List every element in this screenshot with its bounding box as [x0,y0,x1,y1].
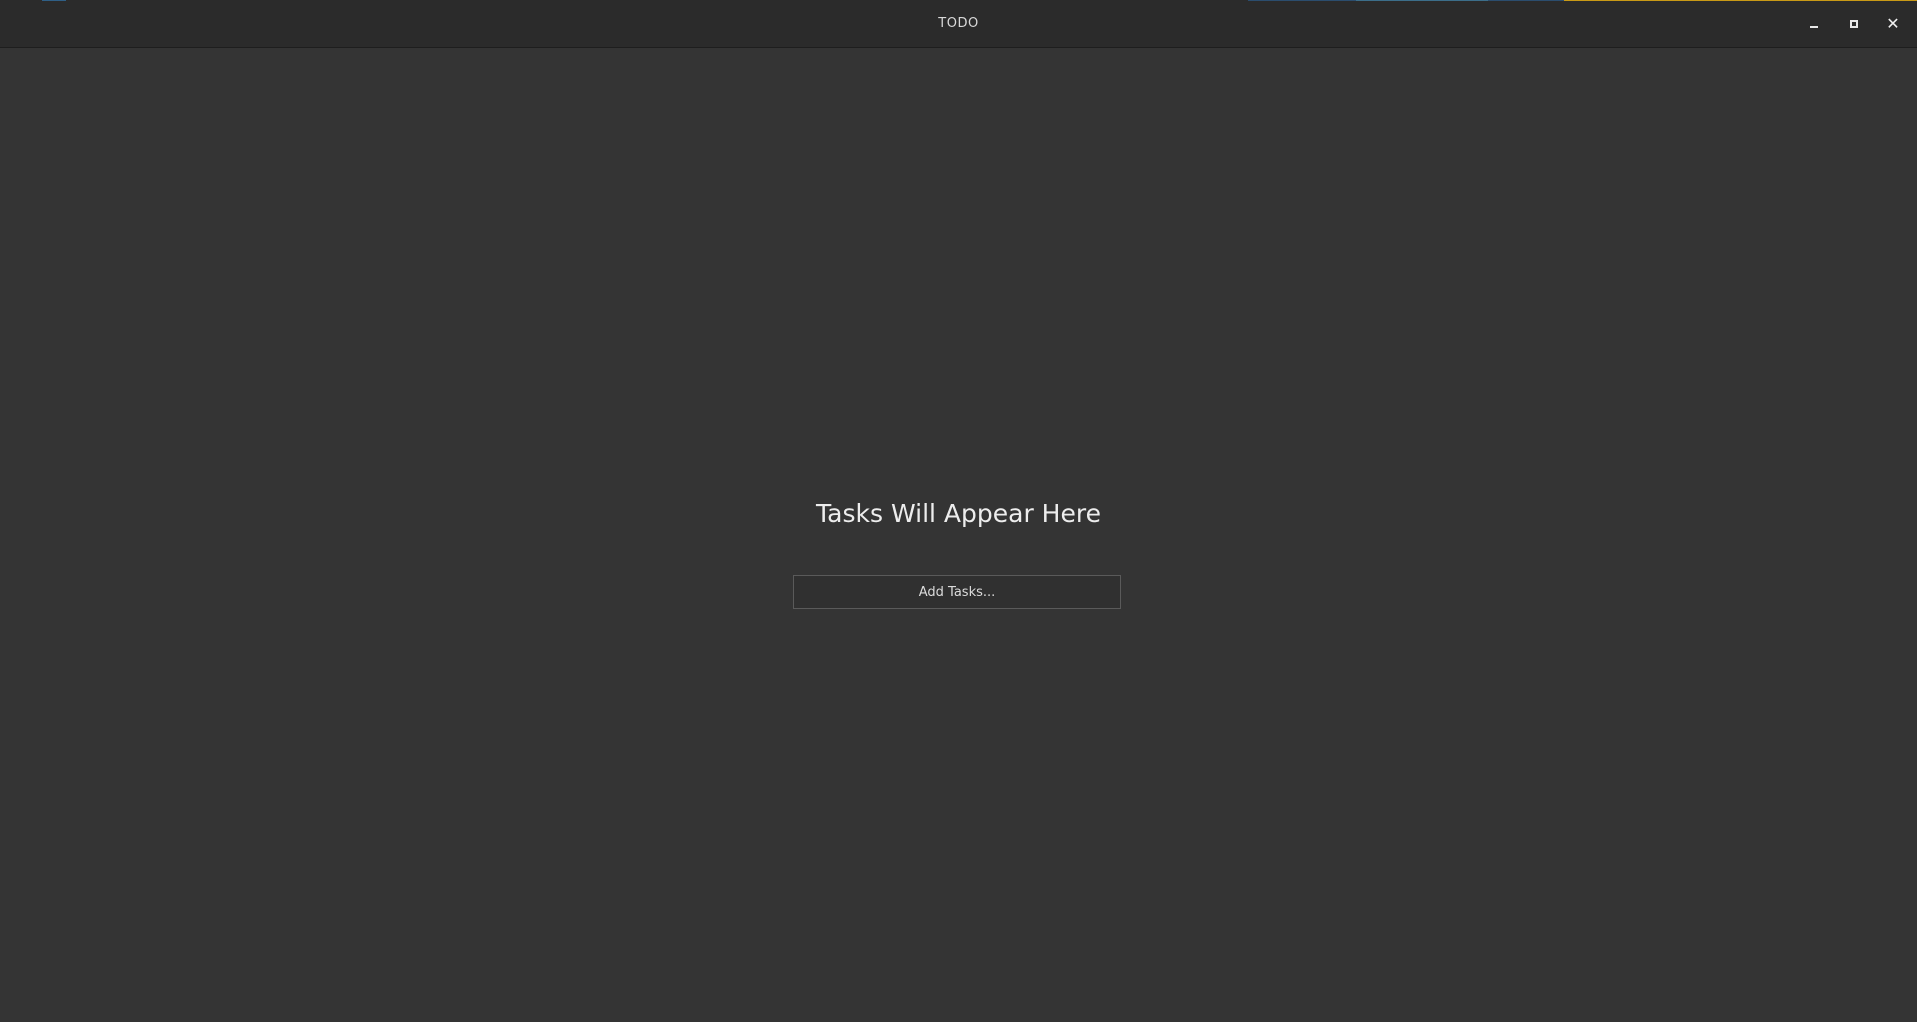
window-title: TODO [938,16,979,31]
maximize-icon [1850,20,1858,28]
close-icon: ✕ [1886,14,1900,33]
minimize-icon [1810,26,1818,28]
main-content: Tasks Will Appear Here Add Tasks... [0,48,1917,1022]
titlebar[interactable]: TODO ✕ [0,0,1917,48]
empty-state-title: Tasks Will Appear Here [816,499,1101,528]
add-tasks-button[interactable]: Add Tasks... [793,575,1121,609]
maximize-button[interactable] [1838,8,1870,40]
close-button[interactable]: ✕ [1877,8,1909,40]
minimize-button[interactable] [1798,8,1830,40]
todo-window: TODO ✕ Tasks Will Appear Here Add Tasks.… [0,0,1917,1022]
